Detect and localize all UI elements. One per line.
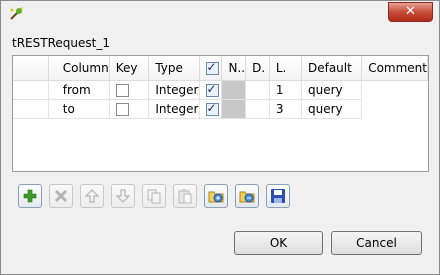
- nullable-select-all-checkbox[interactable]: [205, 60, 219, 75]
- d-cell[interactable]: [221, 80, 247, 100]
- default-cell[interactable]: 3: [269, 99, 302, 119]
- default-header[interactable]: Default: [301, 56, 363, 81]
- d-header[interactable]: D.: [245, 56, 270, 81]
- nullable-cell[interactable]: [199, 99, 223, 119]
- default-cell[interactable]: 1: [269, 80, 302, 100]
- type-cell[interactable]: Integer: [148, 99, 200, 119]
- copy-button: [142, 184, 166, 208]
- row-header-cell: [13, 56, 49, 81]
- nullable-checkbox[interactable]: [205, 101, 219, 116]
- save-button[interactable]: [266, 184, 290, 208]
- l-header[interactable]: L.: [269, 56, 302, 81]
- nullable-header[interactable]: N..: [221, 56, 247, 81]
- paste-button: [173, 184, 197, 208]
- move-down-button: [111, 184, 135, 208]
- table-row[interactable]: to Integer 3query: [13, 99, 428, 119]
- talend-app-icon: [9, 6, 25, 20]
- type-cell[interactable]: Integer: [148, 80, 200, 100]
- window-close-button[interactable]: ✕: [388, 2, 433, 22]
- column-header[interactable]: Column: [48, 56, 110, 81]
- l-cell[interactable]: [245, 99, 270, 119]
- schema-table: Column Key Type N.. D. L. Default Commen…: [12, 55, 429, 172]
- ok-button[interactable]: OK: [234, 231, 323, 255]
- row-header-cell: [13, 80, 49, 100]
- nullable-cell[interactable]: [199, 80, 223, 100]
- table-header-row: Column Key Type N.. D. L. Default Commen…: [13, 56, 428, 81]
- component-name-label: tRESTRequest_1: [12, 36, 110, 50]
- cancel-button[interactable]: Cancel: [331, 231, 422, 255]
- key-cell[interactable]: [109, 80, 150, 100]
- dialog-window: ✕ tRESTRequest_1 Column Key Type N.. D. …: [0, 0, 440, 275]
- d-cell[interactable]: [221, 99, 247, 119]
- key-cell[interactable]: [109, 99, 150, 119]
- row-header-cell: [13, 99, 49, 119]
- comment-cell[interactable]: query: [301, 80, 363, 100]
- comment-cell[interactable]: query: [301, 99, 363, 119]
- title-bar: ✕: [1, 1, 439, 23]
- remove-button: [49, 184, 73, 208]
- comment-header[interactable]: Comment: [361, 56, 428, 81]
- nullable-checkbox[interactable]: [205, 82, 219, 97]
- export-schema-button[interactable]: [235, 184, 259, 208]
- table-row[interactable]: from Integer 1query: [13, 80, 428, 100]
- key-checkbox[interactable]: [115, 84, 129, 97]
- column-cell[interactable]: from: [48, 80, 110, 100]
- column-cell[interactable]: to: [48, 99, 110, 119]
- move-up-button: [80, 184, 104, 208]
- key-checkbox[interactable]: [115, 103, 129, 116]
- l-cell[interactable]: [245, 80, 270, 100]
- import-schema-button[interactable]: [204, 184, 228, 208]
- key-header[interactable]: Key: [109, 56, 150, 81]
- add-button[interactable]: [18, 184, 42, 208]
- nullable-select-all-header[interactable]: [199, 56, 223, 81]
- type-header[interactable]: Type: [148, 56, 200, 81]
